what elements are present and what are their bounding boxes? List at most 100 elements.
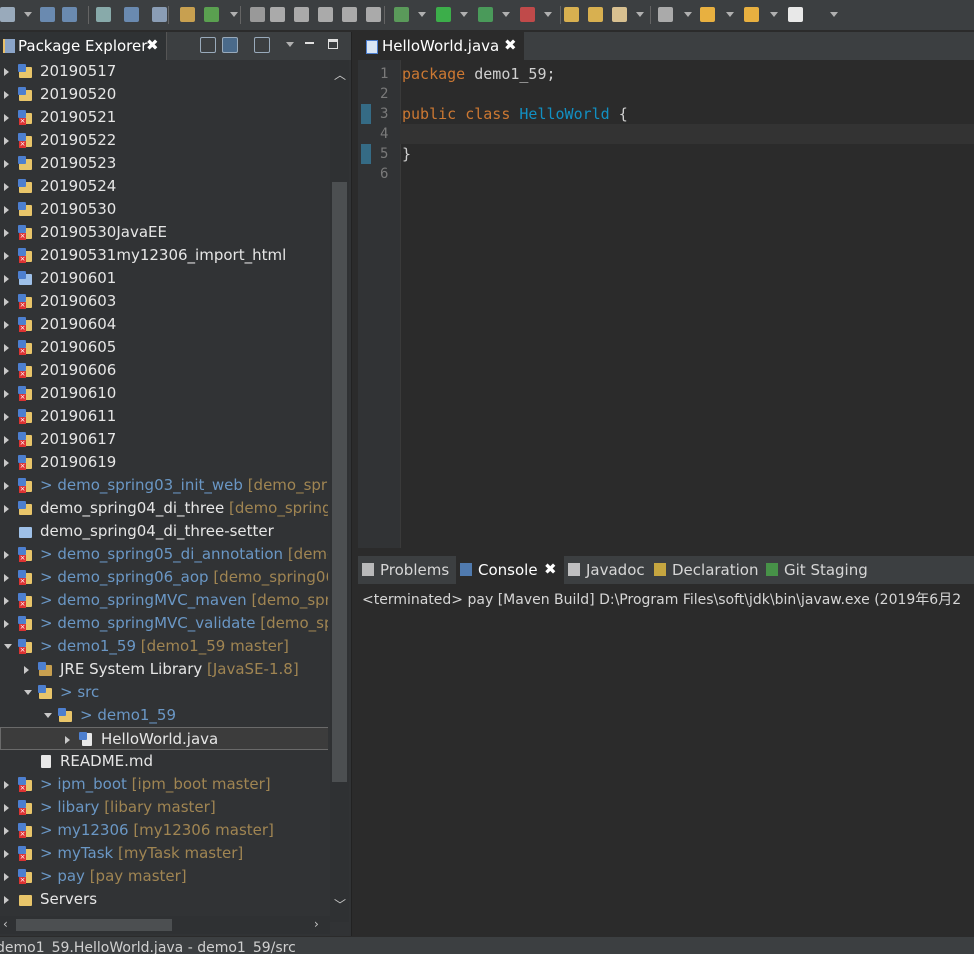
coverage-icon[interactable] bbox=[478, 7, 493, 22]
maximize-icon[interactable] bbox=[328, 39, 338, 49]
save-icon[interactable] bbox=[40, 7, 55, 22]
vertical-scrollbar[interactable]: ︿ ﹀ bbox=[330, 60, 349, 922]
expand-arrow-icon[interactable] bbox=[4, 436, 9, 444]
tree-item[interactable]: × 20190611 bbox=[0, 405, 328, 428]
tree-item[interactable]: × > my12306 [my12306 master] bbox=[0, 819, 328, 842]
tree-item[interactable]: × 20190522 bbox=[0, 129, 328, 152]
dropdown-arrow-icon[interactable] bbox=[460, 12, 468, 17]
tree-item[interactable]: × > demo1_59 [demo1_59 master] bbox=[0, 635, 328, 658]
scroll-left-icon[interactable]: ‹ bbox=[3, 917, 8, 931]
tree-item[interactable]: Servers bbox=[0, 888, 328, 911]
expand-arrow-icon[interactable] bbox=[4, 321, 9, 329]
scrollbar-thumb[interactable] bbox=[332, 182, 347, 782]
tree-item[interactable]: × 20190619 bbox=[0, 451, 328, 474]
tree-item[interactable]: 20190520 bbox=[0, 83, 328, 106]
tree-item[interactable]: × > libary [libary master] bbox=[0, 796, 328, 819]
forward-icon[interactable] bbox=[788, 7, 803, 22]
expand-arrow-icon[interactable] bbox=[4, 68, 9, 76]
expand-arrow-icon[interactable] bbox=[4, 482, 9, 490]
tree-item[interactable]: × 20190603 bbox=[0, 290, 328, 313]
collapse-arrow-icon[interactable] bbox=[44, 713, 52, 718]
dropdown-arrow-icon[interactable] bbox=[24, 12, 32, 17]
horizontal-scrollbar[interactable]: ‹ › bbox=[0, 916, 330, 934]
scroll-up-icon[interactable]: ︿ bbox=[334, 66, 346, 83]
new-icon[interactable] bbox=[0, 7, 15, 22]
dropdown-arrow-icon[interactable] bbox=[636, 12, 644, 17]
expand-arrow-icon[interactable] bbox=[4, 505, 9, 513]
expand-arrow-icon[interactable] bbox=[4, 137, 9, 145]
minimize-icon[interactable] bbox=[305, 42, 314, 44]
tree-item[interactable]: × > demo_springMVC_maven [demo_sprin bbox=[0, 589, 328, 612]
close-icon[interactable]: ✖ bbox=[146, 36, 159, 54]
tree-item[interactable]: × 20190530JavaEE bbox=[0, 221, 328, 244]
expand-arrow-icon[interactable] bbox=[4, 896, 9, 904]
refresh-icon[interactable] bbox=[204, 7, 219, 22]
debug-icon[interactable] bbox=[394, 7, 409, 22]
expand-arrow-icon[interactable] bbox=[4, 827, 9, 835]
show-whitespace-icon[interactable] bbox=[366, 7, 381, 22]
filter-icon[interactable] bbox=[254, 37, 270, 53]
tree-item[interactable]: × > demo_springMVC_validate [demo_spr bbox=[0, 612, 328, 635]
expand-arrow-icon[interactable] bbox=[4, 413, 9, 421]
dropdown-arrow-icon[interactable] bbox=[418, 12, 426, 17]
dropdown-arrow-icon[interactable] bbox=[726, 12, 734, 17]
expand-arrow-icon[interactable] bbox=[4, 275, 9, 283]
external-tools-icon[interactable] bbox=[520, 7, 535, 22]
tree-item[interactable]: demo_spring04_di_three-setter bbox=[0, 520, 328, 543]
link-with-editor-icon[interactable] bbox=[222, 37, 238, 53]
tree-item[interactable]: × > demo_spring03_init_web [demo_sprin bbox=[0, 474, 328, 497]
open-type-icon[interactable] bbox=[318, 7, 333, 22]
format-icon[interactable] bbox=[270, 7, 285, 22]
collapse-all-icon[interactable] bbox=[200, 37, 216, 53]
tree-item[interactable]: 20190517 bbox=[0, 60, 328, 83]
collapse-arrow-icon[interactable] bbox=[24, 690, 32, 695]
tab-problems[interactable]: Problems bbox=[358, 556, 456, 584]
tree-item[interactable]: 20190523 bbox=[0, 152, 328, 175]
dropdown-arrow-icon[interactable] bbox=[684, 12, 692, 17]
expand-arrow-icon[interactable] bbox=[4, 781, 9, 789]
code-text-area[interactable]: package demo1_59; public class HelloWorld… bbox=[402, 60, 974, 548]
next-annotation-icon[interactable] bbox=[658, 7, 673, 22]
tab-declaration[interactable]: Declaration bbox=[650, 556, 762, 584]
tree-item[interactable]: × > myTask [myTask master] bbox=[0, 842, 328, 865]
tree-item[interactable]: demo_spring04_di_three [demo_spring0 bbox=[0, 497, 328, 520]
toggle-mark-icon[interactable] bbox=[342, 7, 357, 22]
expand-arrow-icon[interactable] bbox=[4, 873, 9, 881]
search-icon[interactable] bbox=[250, 7, 265, 22]
tree-item[interactable]: × 20190604 bbox=[0, 313, 328, 336]
dropdown-arrow-icon[interactable] bbox=[502, 12, 510, 17]
marker-icon[interactable] bbox=[612, 7, 627, 22]
tree-item[interactable]: > demo1_59 bbox=[0, 704, 328, 727]
expand-arrow-icon[interactable] bbox=[4, 804, 9, 812]
new-java-project-icon[interactable] bbox=[180, 7, 195, 22]
run-icon[interactable] bbox=[436, 7, 451, 22]
dropdown-arrow-icon[interactable] bbox=[544, 12, 552, 17]
tree-item[interactable]: 20190601 bbox=[0, 267, 328, 290]
expand-arrow-icon[interactable] bbox=[4, 574, 9, 582]
expand-arrow-icon[interactable] bbox=[4, 367, 9, 375]
expand-arrow-icon[interactable] bbox=[4, 183, 9, 191]
scroll-right-icon[interactable]: › bbox=[314, 917, 319, 931]
dropdown-arrow-icon[interactable] bbox=[230, 12, 238, 17]
tab-git-staging[interactable]: Git Staging bbox=[762, 556, 872, 584]
tree-item[interactable]: × 20190617 bbox=[0, 428, 328, 451]
tree-item[interactable]: × 20190521 bbox=[0, 106, 328, 129]
scrollbar-thumb[interactable] bbox=[16, 919, 172, 931]
expand-arrow-icon[interactable] bbox=[4, 160, 9, 168]
tree-item[interactable]: × 20190606 bbox=[0, 359, 328, 382]
expand-arrow-icon[interactable] bbox=[4, 597, 9, 605]
tree-item[interactable]: × > pay [pay master] bbox=[0, 865, 328, 888]
expand-arrow-icon[interactable] bbox=[24, 666, 29, 674]
tab-console[interactable]: Console ✖ bbox=[456, 556, 564, 584]
tree-item[interactable]: × 20190605 bbox=[0, 336, 328, 359]
expand-arrow-icon[interactable] bbox=[4, 91, 9, 99]
scroll-down-icon[interactable]: ﹀ bbox=[334, 896, 346, 913]
close-icon[interactable]: ✖ bbox=[544, 560, 557, 578]
expand-arrow-icon[interactable] bbox=[4, 252, 9, 260]
terminal-icon[interactable] bbox=[124, 7, 139, 22]
link-icon[interactable] bbox=[294, 7, 309, 22]
tree-item[interactable]: × > ipm_boot [ipm_boot master] bbox=[0, 773, 328, 796]
tree-item[interactable]: JRE System Library [JavaSE-1.8] bbox=[0, 658, 328, 681]
expand-arrow-icon[interactable] bbox=[4, 459, 9, 467]
open-file-icon[interactable] bbox=[588, 7, 603, 22]
